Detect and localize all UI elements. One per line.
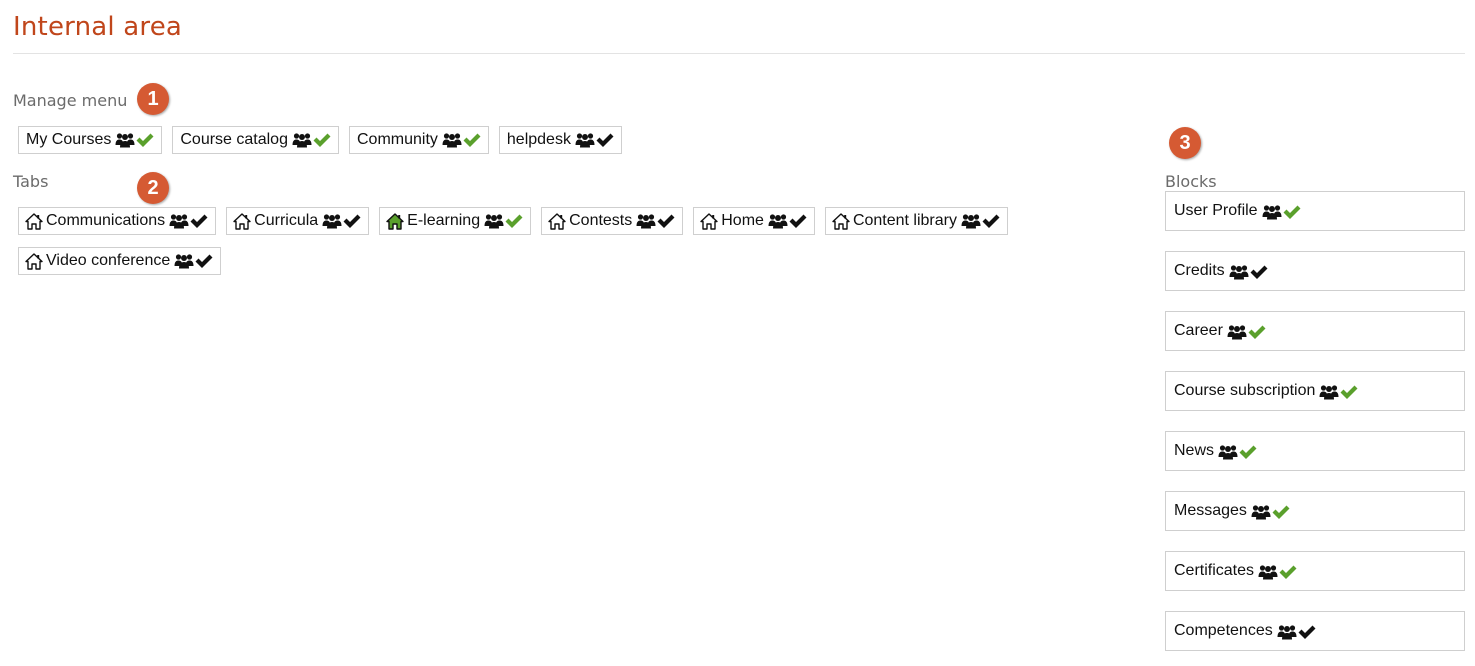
check-icon[interactable]	[1282, 204, 1302, 220]
tab-communications[interactable]: Communications	[18, 207, 217, 235]
home-icon[interactable]	[25, 252, 43, 270]
block-label: Certificates	[1174, 562, 1255, 579]
check-icon[interactable]	[981, 213, 1001, 229]
block-label: Credits	[1174, 262, 1225, 279]
tab-video-conference[interactable]: Video conference	[18, 247, 222, 275]
home-icon[interactable]	[25, 212, 43, 230]
block-certificates[interactable]: Certificates	[1165, 551, 1465, 591]
check-icon[interactable]	[1297, 624, 1317, 640]
menu-item-my-courses[interactable]: My Courses	[18, 126, 163, 154]
block-label: Competences	[1174, 622, 1273, 639]
block-user-profile[interactable]: User Profile	[1165, 191, 1465, 231]
tab-label: Contests	[569, 212, 633, 229]
check-icon[interactable]	[462, 132, 482, 148]
check-icon[interactable]	[1247, 324, 1267, 340]
tab-e-learning[interactable]: E-learning	[379, 207, 532, 235]
tabs-label: Tabs	[13, 172, 49, 191]
menu-item-label: Course catalog	[180, 131, 288, 148]
block-messages[interactable]: Messages	[1165, 491, 1465, 531]
tab-label: Content library	[852, 212, 957, 229]
group-icon	[1258, 564, 1278, 580]
group-icon	[322, 213, 342, 229]
check-icon[interactable]	[1278, 564, 1298, 580]
group-icon	[575, 132, 595, 148]
home-icon[interactable]	[700, 212, 718, 230]
group-icon	[442, 132, 462, 148]
group-icon	[1227, 324, 1247, 340]
check-icon[interactable]	[1339, 384, 1359, 400]
group-icon	[1319, 384, 1339, 400]
menu-item-label: My Courses	[26, 131, 112, 148]
check-icon[interactable]	[788, 213, 808, 229]
step-badge-3: 3	[1169, 127, 1201, 159]
menu-item-course-catalog[interactable]: Course catalog	[172, 126, 339, 154]
group-icon	[1277, 624, 1297, 640]
block-label: News	[1174, 442, 1215, 459]
tab-label: Home	[721, 212, 764, 229]
check-icon[interactable]	[1249, 264, 1269, 280]
block-label: Messages	[1174, 502, 1247, 519]
title-divider	[13, 53, 1465, 54]
group-icon	[115, 132, 135, 148]
check-icon[interactable]	[595, 132, 615, 148]
block-credits[interactable]: Credits	[1165, 251, 1465, 291]
home-icon[interactable]	[832, 212, 850, 230]
menu-item-label: helpdesk	[506, 131, 571, 148]
group-icon	[768, 213, 788, 229]
tab-label: Communications	[46, 212, 166, 229]
group-icon	[1251, 504, 1271, 520]
check-icon[interactable]	[189, 213, 209, 229]
blocks-label: Blocks	[1165, 172, 1217, 191]
group-icon	[292, 132, 312, 148]
group-icon	[1262, 204, 1282, 220]
check-icon[interactable]	[656, 213, 676, 229]
check-icon[interactable]	[194, 253, 214, 269]
block-career[interactable]: Career	[1165, 311, 1465, 351]
group-icon	[961, 213, 981, 229]
tab-label: Curricula	[254, 212, 319, 229]
block-course-subscription[interactable]: Course subscription	[1165, 371, 1465, 411]
tabs-row-1: Communications Curricula E-learning Cont…	[18, 207, 1008, 235]
block-label: Career	[1174, 322, 1223, 339]
home-icon[interactable]	[386, 212, 404, 230]
group-icon	[484, 213, 504, 229]
menu-item-community[interactable]: Community	[348, 126, 489, 154]
tab-contests[interactable]: Contests	[541, 207, 684, 235]
group-icon	[636, 213, 656, 229]
check-icon[interactable]	[342, 213, 362, 229]
step-badge-1: 1	[137, 83, 169, 115]
group-icon	[169, 213, 189, 229]
block-competences[interactable]: Competences	[1165, 611, 1465, 651]
menu-item-helpdesk[interactable]: helpdesk	[498, 126, 622, 154]
home-icon[interactable]	[233, 212, 251, 230]
tabs-row-2: Video conference	[18, 247, 222, 275]
block-label: User Profile	[1174, 202, 1258, 219]
menu-item-label: Community	[356, 131, 438, 148]
page-title: Internal area	[13, 12, 183, 42]
manage-menu-label: Manage menu	[13, 91, 128, 110]
tab-content-library[interactable]: Content library	[824, 207, 1008, 235]
check-icon[interactable]	[504, 213, 524, 229]
block-news[interactable]: News	[1165, 431, 1465, 471]
step-badge-2: 2	[137, 172, 169, 204]
manage-menu-row: My Courses Course catalog Community help…	[18, 126, 622, 154]
tab-label: Video conference	[46, 252, 171, 269]
home-icon[interactable]	[548, 212, 566, 230]
check-icon[interactable]	[135, 132, 155, 148]
group-icon	[1218, 444, 1238, 460]
group-icon	[1229, 264, 1249, 280]
check-icon[interactable]	[1271, 504, 1291, 520]
check-icon[interactable]	[312, 132, 332, 148]
tab-home[interactable]: Home	[693, 207, 815, 235]
tab-curricula[interactable]: Curricula	[226, 207, 370, 235]
group-icon	[174, 253, 194, 269]
block-label: Course subscription	[1174, 382, 1316, 399]
tab-label: E-learning	[407, 212, 481, 229]
check-icon[interactable]	[1238, 444, 1258, 460]
